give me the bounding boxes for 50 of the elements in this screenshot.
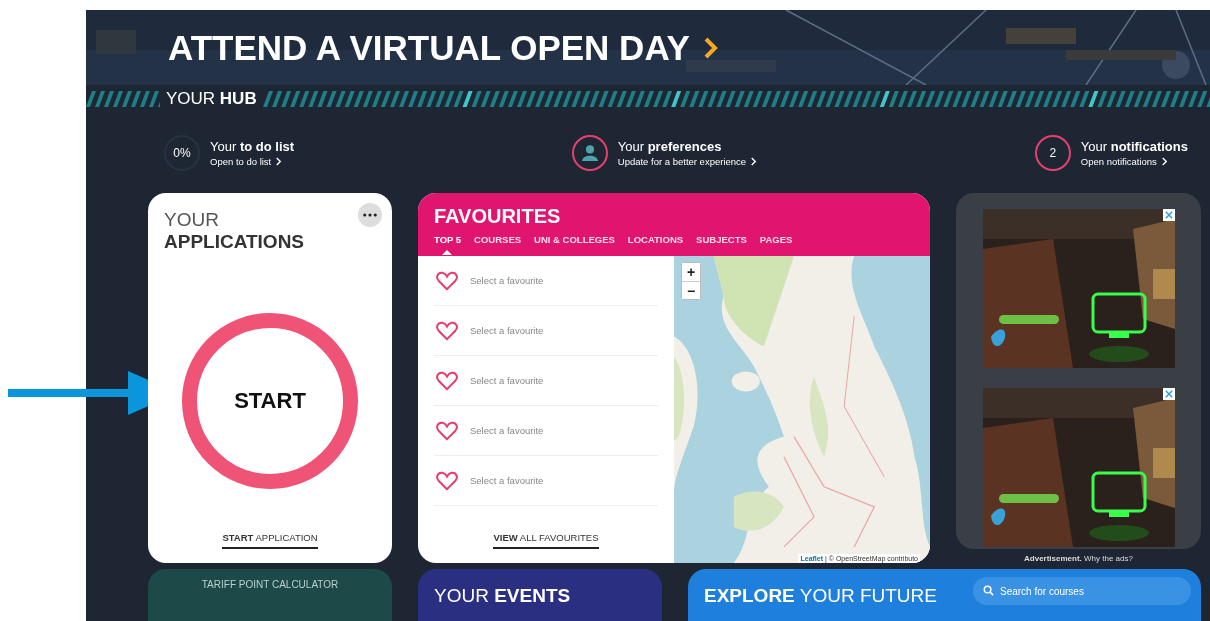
tab[interactable]: UNI & COLLEGES bbox=[534, 234, 615, 255]
card-title: EXPLORE YOUR FUTURE bbox=[704, 585, 937, 607]
tab[interactable]: LOCATIONS bbox=[627, 234, 684, 255]
tab[interactable]: PAGES bbox=[759, 234, 793, 255]
progress-badge[interactable]: 0% bbox=[164, 134, 200, 171]
card-title: YOUR EVENTS bbox=[434, 585, 571, 606]
heart-icon[interactable] bbox=[436, 270, 458, 291]
chevron-icon bbox=[275, 156, 283, 166]
favourite-row[interactable]: Select a favourite bbox=[434, 256, 658, 306]
tab[interactable]: COURSES bbox=[474, 234, 522, 255]
hub-heading: Your to do list bbox=[210, 138, 295, 154]
more-icon[interactable] bbox=[358, 203, 382, 227]
chevron-icon bbox=[750, 156, 758, 166]
user-icon[interactable] bbox=[571, 134, 608, 171]
favourite-placeholder: Select a favourite bbox=[470, 375, 544, 386]
favourite-placeholder: Select a favourite bbox=[470, 325, 544, 336]
heart-icon[interactable] bbox=[436, 470, 458, 491]
hub-link[interactable]: Open to do list bbox=[210, 155, 295, 167]
heart-icon[interactable] bbox=[436, 320, 458, 341]
search-icon bbox=[983, 585, 994, 596]
favourite-row[interactable]: Select a favourite bbox=[434, 406, 658, 456]
tariff-card[interactable]: TARIFF POINT CALCULATOR bbox=[148, 569, 392, 621]
heart-icon[interactable] bbox=[436, 420, 458, 441]
favourite-row[interactable]: Select a favourite bbox=[434, 356, 658, 406]
card-title: APPLICATIONS bbox=[164, 231, 305, 253]
tab[interactable]: TOP 5 bbox=[434, 234, 462, 255]
favourite-placeholder: Select a favourite bbox=[470, 425, 544, 436]
favourite-row[interactable]: Select a favourite bbox=[434, 456, 658, 506]
search-field[interactable]: Search for courses bbox=[973, 577, 1191, 605]
hub-heading: Your preferences bbox=[617, 138, 723, 154]
favourite-placeholder: Select a favourite bbox=[470, 275, 544, 286]
start-button[interactable]: START bbox=[182, 312, 358, 489]
hub-link[interactable]: Update for a better experience bbox=[617, 155, 758, 167]
chevron-icon bbox=[703, 36, 718, 59]
tab[interactable]: SUBJECTS bbox=[696, 234, 747, 255]
card-title: YOUR bbox=[164, 209, 219, 231]
section-heading: YOUR HUB bbox=[166, 88, 257, 109]
favourite-placeholder: Select a favourite bbox=[470, 475, 544, 486]
ad-caption: Advertisement. Why the ads? bbox=[1024, 554, 1133, 563]
heart-icon[interactable] bbox=[436, 370, 458, 391]
zoom-out-button[interactable]: − bbox=[682, 281, 700, 299]
card-title: FAVOURITES bbox=[434, 205, 562, 228]
hub-link[interactable]: Open notifications bbox=[1080, 155, 1188, 167]
start-application-link[interactable]: START APPLICATION bbox=[222, 532, 318, 549]
hub-heading: Your notifications bbox=[1080, 138, 1188, 154]
view-all-link[interactable]: VIEW ALL FAVOURITES bbox=[493, 532, 599, 549]
count-badge[interactable]: 2 bbox=[1034, 134, 1071, 171]
card-title: TARIFF POINT CALCULATOR bbox=[201, 579, 339, 592]
favourite-row[interactable]: Select a favourite bbox=[434, 306, 658, 356]
chevron-icon bbox=[1160, 156, 1168, 166]
